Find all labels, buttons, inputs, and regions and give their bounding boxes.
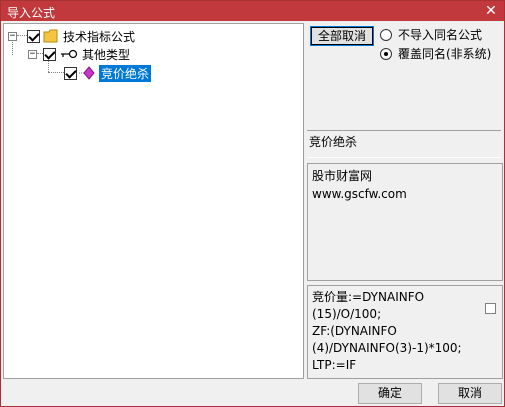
import-formula-dialog: 导入公式 ✕ − 技术指标公式 − 其他类型 竞价绝杀 全部取消 不导入同名公式… — [0, 0, 505, 407]
radio-overwrite[interactable]: 覆盖同名(非系统) — [380, 45, 491, 62]
formula-name: 竞价绝杀 — [309, 135, 358, 149]
ok-button[interactable]: 确定 — [358, 383, 422, 404]
collapse-icon[interactable]: − — [8, 31, 17, 41]
cancel-button[interactable]: 取消 — [438, 383, 502, 404]
radio-label: 不导入同名公式 — [398, 28, 483, 42]
description-line: 股市财富网 — [312, 169, 373, 183]
formula-checkbox[interactable] — [64, 66, 77, 80]
code-line: LTP:=IF — [312, 358, 357, 372]
radio-label: 覆盖同名(非系统) — [398, 47, 492, 61]
formula-code[interactable]: 竞价量:=DYNAINFO (15)/O/100; ZF:(DYNAINFO (… — [307, 285, 503, 379]
tree-node-label: 其他类型 — [82, 47, 131, 62]
category-checkbox[interactable] — [43, 47, 56, 61]
root-checkbox[interactable] — [27, 29, 40, 43]
formula-name-field: 竞价绝杀 — [307, 130, 501, 158]
formula-description[interactable]: 股市财富网 www.gscfw.com — [307, 163, 503, 281]
tree-node-label: 技术指标公式 — [63, 29, 136, 44]
description-line: www.gscfw.com — [312, 187, 407, 201]
tree-node-root[interactable]: − 技术指标公式 — [8, 27, 135, 45]
tree-node-category[interactable]: − 其他类型 — [28, 45, 130, 63]
code-line: ZF:(DYNAINFO — [312, 324, 397, 338]
code-line: (15)/O/100; — [312, 307, 382, 321]
radio-button[interactable] — [380, 28, 392, 41]
diamond-icon — [79, 66, 95, 80]
radio-button-selected[interactable] — [380, 47, 392, 60]
title-bar: 导入公式 ✕ — [1, 1, 504, 21]
code-line: 竞价量:=DYNAINFO — [312, 290, 425, 304]
code-line: (4)/DYNAINFO(3)-1)*100; — [312, 341, 462, 355]
key-icon — [61, 49, 78, 59]
tree-connector — [48, 72, 64, 73]
radio-no-import[interactable]: 不导入同名公式 — [380, 26, 482, 43]
tree-node-label-selected: 竞价绝杀 — [99, 64, 152, 82]
tree-node-formula[interactable]: 竞价绝杀 — [64, 64, 152, 82]
window-title: 导入公式 — [7, 6, 56, 20]
close-icon[interactable]: ✕ — [482, 2, 500, 20]
folder-icon — [43, 29, 58, 43]
cancel-all-button[interactable]: 全部取消 — [310, 26, 374, 46]
code-checkbox[interactable] — [485, 303, 496, 314]
formula-tree[interactable]: − 技术指标公式 − 其他类型 竞价绝杀 — [3, 23, 304, 379]
collapse-icon[interactable]: − — [28, 49, 37, 59]
